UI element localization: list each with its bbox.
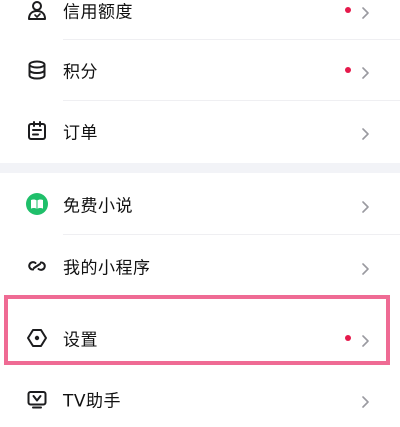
book-icon xyxy=(26,193,48,215)
row-divider xyxy=(63,100,400,101)
menu-item-points[interactable]: 积分 xyxy=(0,42,400,98)
row-divider xyxy=(63,39,400,40)
notification-dot xyxy=(345,335,351,341)
menu-item-mini-programs[interactable]: 我的小程序 xyxy=(0,238,400,294)
menu-item-free-novels[interactable]: 免费小说 xyxy=(0,176,400,232)
chevron-right-icon xyxy=(361,260,370,275)
chevron-right-icon xyxy=(361,198,370,213)
chevron-right-icon xyxy=(361,125,370,140)
chevron-right-icon xyxy=(361,4,370,19)
row-divider xyxy=(63,234,400,235)
notification-dot xyxy=(345,7,351,13)
menu-item-label: TV助手 xyxy=(63,391,122,412)
menu-item-label: 积分 xyxy=(63,62,98,83)
section-separator xyxy=(0,163,400,173)
menu-item-label: 我的小程序 xyxy=(63,258,151,279)
chevron-right-icon xyxy=(361,332,370,347)
menu-item-credit-limit[interactable]: 信用额度 xyxy=(0,0,400,38)
order-icon xyxy=(26,120,48,142)
coin-stack-icon xyxy=(26,59,48,81)
menu-item-label: 设置 xyxy=(63,330,98,351)
mini-program-icon xyxy=(26,255,48,277)
chevron-right-icon xyxy=(361,393,370,408)
settings-icon xyxy=(26,327,48,349)
menu-item-tv-assistant[interactable]: TV助手 xyxy=(0,371,400,427)
tv-icon xyxy=(26,388,48,410)
menu-item-label: 信用额度 xyxy=(63,2,133,23)
menu-item-orders[interactable]: 订单 xyxy=(0,103,400,159)
credit-limit-icon xyxy=(26,0,48,21)
menu-item-label: 订单 xyxy=(63,123,98,144)
menu-item-label: 免费小说 xyxy=(63,196,133,217)
menu-item-settings[interactable]: 设置 xyxy=(0,310,400,366)
chevron-right-icon xyxy=(361,64,370,79)
notification-dot xyxy=(345,67,351,73)
